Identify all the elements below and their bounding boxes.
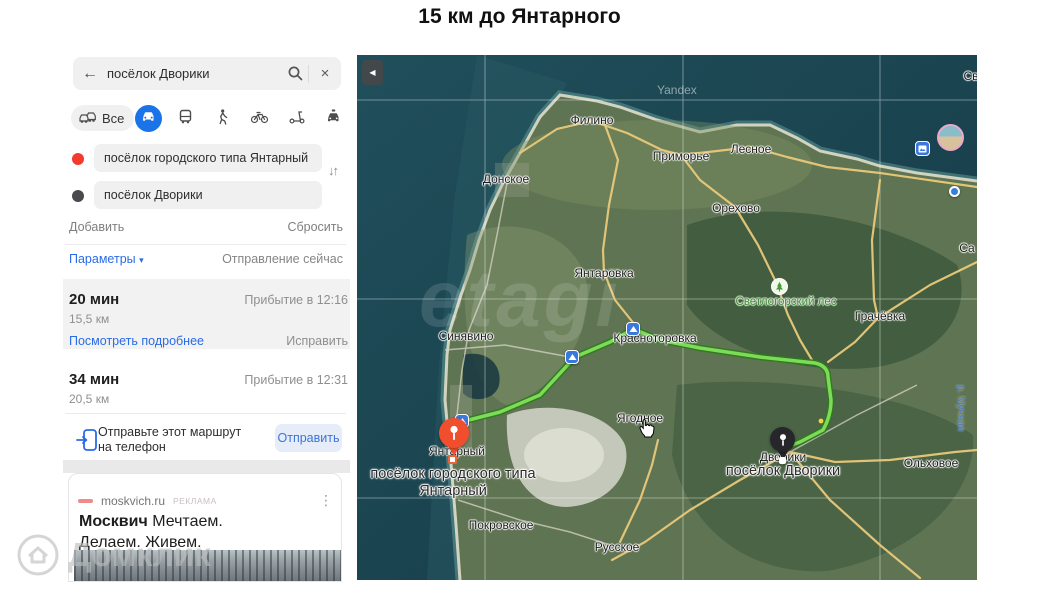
poi-dot-marker[interactable] — [949, 186, 960, 197]
params-dropdown[interactable]: Параметры ▾ — [69, 252, 144, 266]
waypoint-b-dot — [72, 190, 84, 202]
chevron-down-icon: ▾ — [139, 255, 144, 265]
collapse-panel-button[interactable]: ◀ — [362, 60, 383, 85]
route-option-alt[interactable]: 34 мин Прибытие в 12:31 20,5 км — [63, 359, 350, 421]
bicycle-icon — [250, 109, 269, 129]
ad-image[interactable] — [74, 550, 341, 581]
mode-all-button[interactable]: Все — [71, 105, 134, 131]
waypoint-a-dot — [72, 153, 84, 165]
send-to-phone-icon — [76, 427, 98, 458]
route-duration: 34 мин — [69, 371, 119, 388]
mode-taxi-button[interactable] — [320, 105, 347, 132]
all-transport-icon — [78, 110, 98, 127]
mode-walk-button[interactable] — [209, 105, 236, 132]
ad-source[interactable]: moskvich.ru — [101, 494, 165, 508]
taxi-icon — [325, 108, 342, 130]
search-icon[interactable] — [282, 65, 308, 82]
divider — [65, 413, 346, 414]
mode-bus-button[interactable] — [172, 105, 199, 132]
waypoint-from-input[interactable]: посёлок городского типа Янтарный — [94, 144, 322, 172]
mode-bike-button[interactable] — [246, 105, 273, 132]
ad-title: Москвич Мечтаем. Делаем. Живем. — [79, 511, 287, 553]
scooter-icon — [288, 109, 306, 129]
park-icon[interactable] — [771, 278, 788, 295]
route-distance: 20,5 км — [69, 392, 109, 406]
reset-button[interactable]: Сбросить — [287, 220, 343, 234]
yandex-watermark: Yandex — [657, 83, 697, 97]
route-fix-link[interactable]: Исправить — [286, 334, 348, 348]
swap-waypoints-icon[interactable]: ↓↑ — [328, 163, 337, 178]
route-duration: 20 мин — [69, 291, 119, 308]
add-waypoint-button[interactable]: Добавить — [69, 220, 124, 234]
ad-card[interactable]: moskvich.ru РЕКЛАМА ⋮ Москвич Мечтаем. Д… — [68, 473, 342, 582]
photo-marker-icon[interactable] — [915, 141, 930, 156]
kebab-menu-icon[interactable]: ⋮ — [319, 492, 333, 509]
route-arrival: Прибытие в 12:31 — [244, 373, 348, 387]
route-details-link[interactable]: Посмотреть подробнее — [69, 334, 204, 348]
pedestrian-icon — [214, 108, 231, 130]
search-bar[interactable]: ← посёлок Дворики × — [73, 57, 341, 90]
back-icon[interactable]: ← — [73, 65, 107, 83]
divider — [65, 244, 346, 245]
speed-camera-icon[interactable] — [626, 322, 640, 336]
ad-badge: РЕКЛАМА — [173, 496, 217, 506]
ad-brand-mark — [78, 499, 93, 503]
destination-pin-dvoriki[interactable] — [770, 427, 795, 452]
map-view[interactable]: Yandex etagi ФилиноДонскоеПриморьеЛесное… — [357, 55, 977, 580]
route-distance: 15,5 км — [69, 312, 109, 326]
mode-all-label: Все — [102, 111, 124, 126]
section-separator — [63, 460, 350, 473]
send-route-text: Отправьте этот маршрут на телефон — [98, 425, 241, 455]
search-input[interactable]: посёлок Дворики — [107, 66, 282, 81]
waypoint-to-input[interactable]: посёлок Дворики — [94, 181, 322, 209]
car-icon — [140, 108, 157, 130]
mode-scooter-button[interactable] — [283, 105, 310, 132]
send-button[interactable]: Отправить — [275, 424, 342, 452]
destination-pin-yantarny[interactable] — [439, 418, 469, 448]
map-canvas — [357, 55, 977, 580]
bus-icon — [177, 108, 194, 130]
page-title: 15 км до Янтарного — [0, 5, 1039, 29]
domclick-house-icon — [16, 533, 60, 577]
speed-camera-icon[interactable] — [565, 350, 579, 364]
close-icon[interactable]: × — [309, 65, 341, 82]
photo-thumbnail-marker[interactable] — [937, 124, 964, 151]
pin-anchor — [779, 457, 786, 464]
route-arrival: Прибытие в 12:16 — [244, 293, 348, 307]
route-panel: ← посёлок Дворики × Все — [65, 55, 346, 582]
pin-anchor — [448, 455, 457, 464]
route-option-selected[interactable]: 20 мин Прибытие в 12:16 15,5 км Посмотре… — [63, 279, 350, 349]
departure-time-button[interactable]: Отправление сейчас — [222, 252, 343, 266]
mode-car-button[interactable] — [135, 105, 162, 132]
